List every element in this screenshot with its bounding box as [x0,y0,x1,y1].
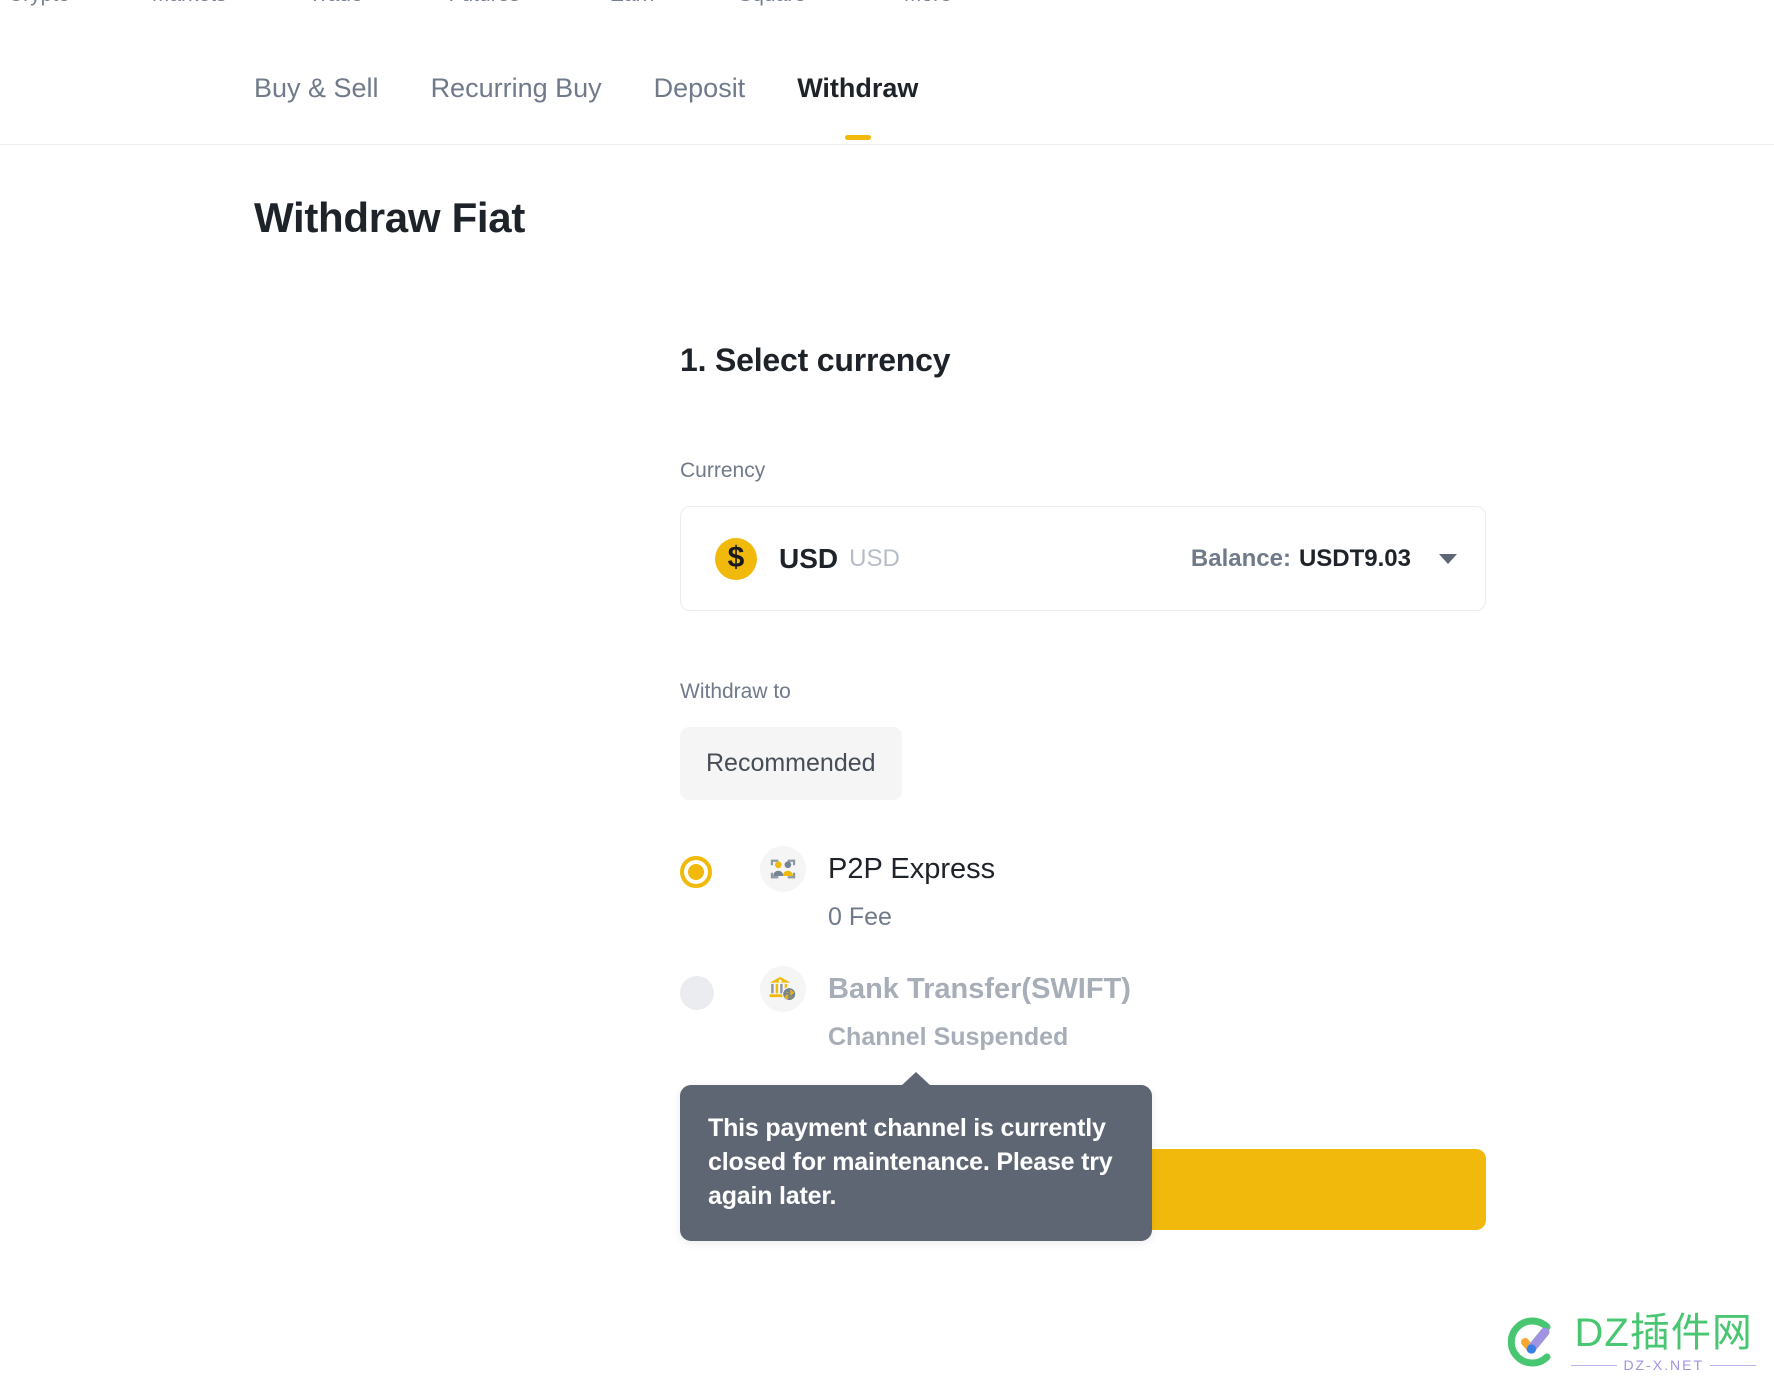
currency-name: USD [849,544,900,572]
currency-code: USD [779,542,839,574]
bank-transfer-icon [760,966,806,1012]
withdraw-form: 1. Select currency Currency $ USD USD Ba… [680,340,1490,1086]
radio-wrap[interactable] [680,966,760,1010]
radio-selected-icon[interactable] [680,856,712,888]
radio-unselected-icon[interactable] [680,976,714,1010]
watermark-rule-right [1710,1364,1756,1366]
watermark-rule-left [1571,1364,1618,1366]
watermark: DZ插件网 DZ-X.NET [1505,1311,1756,1373]
tab-withdraw[interactable]: Withdraw [797,72,918,140]
channel-head: P2P Express [760,846,1490,892]
currency-selector[interactable]: $ USD USD Balance: USDT9.03 [680,506,1486,611]
global-nav-item-crypto[interactable]: Crypto [8,0,70,8]
tab-active-underline [844,135,871,140]
tab-label: Recurring Buy [430,73,602,103]
tooltip-arrow [901,1072,931,1086]
pill-label: Recommended [706,749,876,777]
watermark-text-wrap: DZ插件网 DZ-X.NET [1571,1311,1756,1373]
channel-body: Bank Transfer(SWIFT) Channel Suspended [760,966,1490,1052]
tab-recurring-buy[interactable]: Recurring Buy [431,72,602,140]
tab-deposit[interactable]: Deposit [654,72,746,140]
channel-suspended-tooltip: This payment channel is currently closed… [680,1072,1152,1241]
withdraw-to-filter-recommended[interactable]: Recommended [680,727,902,800]
watermark-subtitle-wrap: DZ-X.NET [1571,1357,1756,1373]
watermark-subtitle: DZ-X.NET [1623,1357,1704,1373]
tab-buy-and-sell[interactable]: Buy & Sell [254,72,379,140]
global-nav-item-markets[interactable]: Markets [152,0,227,8]
channel-sub: Channel Suspended [828,1023,1069,1051]
channel-name: P2P Express [828,853,996,885]
channel-name: Bank Transfer(SWIFT) [828,973,1131,1005]
channel-sub: 0 Fee [828,903,892,931]
currency-label: Currency [680,459,766,482]
balance-label: Balance: [1190,544,1291,572]
watermark-logo-icon [1508,1317,1551,1367]
currency-balance-group: Balance: USDT9.03 [1191,545,1457,573]
withdraw-fiat-page: Crypto Markets Trade Futures Earn Square… [0,0,1774,1395]
global-nav-item-futures[interactable]: Futures [449,0,520,8]
chevron-down-icon[interactable] [1439,553,1457,564]
tab-label: Deposit [653,73,746,103]
withdraw-to-label: Withdraw to [680,680,791,703]
tooltip-text: This payment channel is currently closed… [708,1114,1113,1210]
channel-list: P2P Express 0 Fee Bank Transfer(SWIFT) C… [680,846,1490,1052]
radio-wrap[interactable] [680,846,760,888]
channel-head: Bank Transfer(SWIFT) [760,966,1490,1012]
global-nav-item-square[interactable]: Square [738,0,806,8]
global-nav-item-trade[interactable]: Trade [309,0,363,8]
global-nav: Crypto Markets Trade Futures Earn Square… [0,0,1774,8]
section-tabs: Buy & Sell Recurring Buy Deposit Withdra… [0,72,1774,145]
balance-value: USDT9.03 [1298,544,1411,572]
usd-symbol: $ [727,540,745,574]
p2p-people-icon [760,846,806,892]
channel-option-p2p-express[interactable]: P2P Express 0 Fee [680,846,1490,932]
global-nav-item-earn[interactable]: Earn [610,0,654,8]
watermark-title: DZ插件网 [1574,1311,1753,1355]
step-title: 1. Select currency [680,342,951,378]
page-title: Withdraw Fiat [254,194,526,241]
global-nav-item-more[interactable]: More [904,0,952,8]
channel-option-bank-transfer-swift[interactable]: Bank Transfer(SWIFT) Channel Suspended [680,966,1490,1052]
usd-coin-icon: $ [715,537,757,580]
channel-body: P2P Express 0 Fee [760,846,1490,932]
tab-label: Buy & Sell [254,73,379,103]
tab-label: Withdraw [797,73,919,103]
